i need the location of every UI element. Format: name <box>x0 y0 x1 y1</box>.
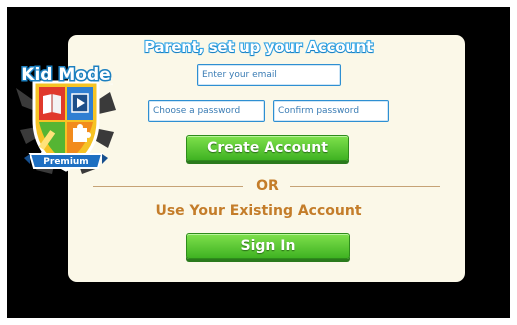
password-field[interactable] <box>148 100 265 122</box>
sign-in-button[interactable]: Sign In <box>186 233 350 259</box>
premium-ribbon: Premium <box>24 153 108 169</box>
email-field[interactable] <box>197 64 341 86</box>
book-icon <box>43 94 61 114</box>
divider-left <box>93 186 243 187</box>
svg-text:Kid Mode: Kid Mode <box>21 65 110 85</box>
confirm-password-field[interactable] <box>273 100 389 122</box>
existing-account-heading: Use Your Existing Account <box>155 203 362 219</box>
divider-right <box>290 186 440 187</box>
or-separator: OR <box>256 178 279 194</box>
kid-mode-premium-logo: Kid Mode ™ Premium <box>16 64 116 174</box>
page-title: Parent, set up your Account <box>143 37 374 57</box>
video-icon <box>71 93 89 113</box>
create-account-button[interactable]: Create Account <box>186 135 349 161</box>
svg-text:™: ™ <box>108 83 114 90</box>
svg-text:Premium: Premium <box>43 157 88 167</box>
